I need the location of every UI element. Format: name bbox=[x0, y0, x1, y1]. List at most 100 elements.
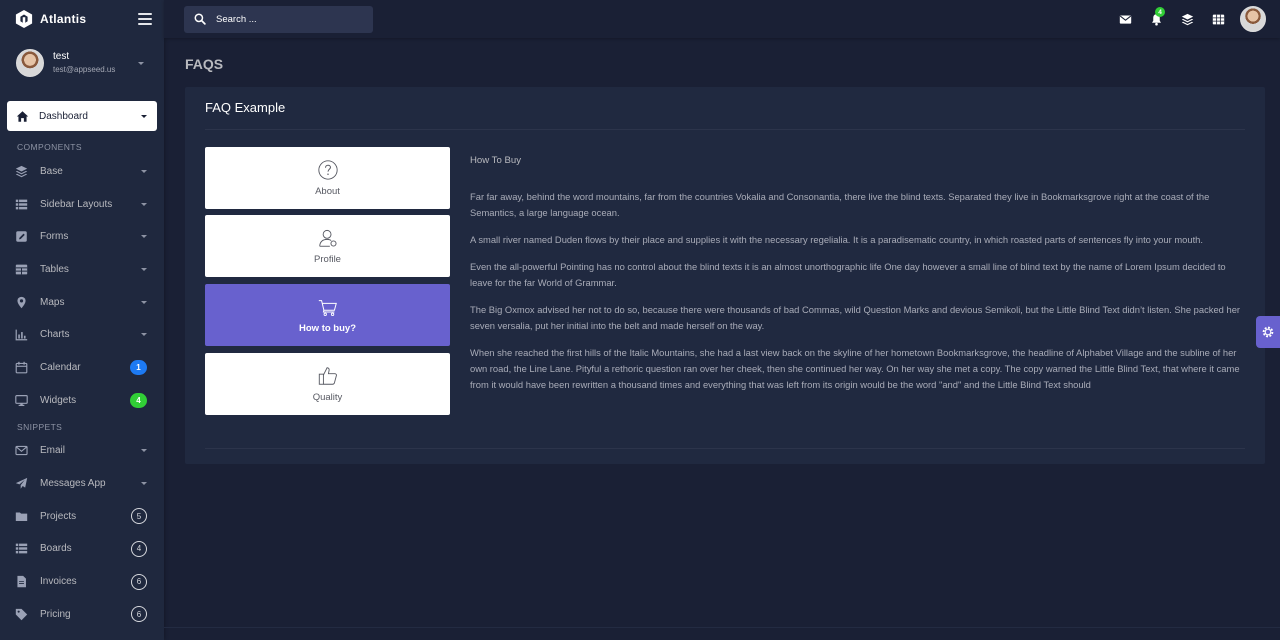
chevron-down-icon bbox=[141, 202, 147, 206]
faq-paragraph: Far far away, behind the word mountains,… bbox=[470, 191, 1210, 218]
sidebar-item-label: Sidebar Layouts bbox=[40, 198, 113, 210]
count-badge: 6 bbox=[131, 573, 147, 590]
home-icon bbox=[15, 109, 29, 123]
sidebar-item-maps[interactable]: Maps bbox=[0, 286, 164, 319]
menu-toggle-icon[interactable] bbox=[138, 13, 152, 25]
messages-button[interactable] bbox=[1110, 4, 1141, 34]
divider bbox=[205, 448, 1245, 449]
faq-paragraph: A small river named Duden flows by their… bbox=[470, 234, 1203, 245]
file-icon bbox=[14, 575, 28, 589]
pen-square-icon bbox=[14, 230, 28, 244]
sidebar-item-email[interactable]: Email bbox=[0, 435, 164, 468]
sidebar-item-label: Dashboard bbox=[39, 110, 88, 122]
chevron-down-icon bbox=[141, 169, 147, 173]
count-badge: 4 bbox=[131, 540, 147, 557]
table-icon bbox=[14, 262, 28, 276]
sidebar-item-label: Maps bbox=[40, 296, 65, 308]
faq-card: FAQ Example About Profile How to buy? Qu… bbox=[185, 87, 1265, 464]
chevron-down-icon bbox=[141, 482, 147, 486]
count-badge: 4 bbox=[130, 392, 147, 408]
logo-bar: Atlantis bbox=[0, 0, 164, 38]
notification-count-badge: 4 bbox=[1155, 7, 1165, 17]
apps-button[interactable] bbox=[1203, 4, 1234, 34]
sidebar-item-label: Charts bbox=[40, 329, 70, 341]
tab-label: How to buy? bbox=[299, 323, 356, 334]
map-marker-icon bbox=[14, 295, 28, 309]
section-title-snippets: SNIPPETS bbox=[17, 421, 63, 432]
chevron-down-icon bbox=[141, 267, 147, 271]
chevron-down-icon bbox=[141, 300, 147, 304]
sidebar-item-forms[interactable]: Forms bbox=[0, 220, 164, 253]
sidebar-item-label: Boards bbox=[40, 543, 72, 555]
shopping-cart-icon bbox=[317, 296, 339, 318]
chevron-down-icon bbox=[141, 333, 147, 337]
sidebar-item-sidebar-layouts[interactable]: Sidebar Layouts bbox=[0, 188, 164, 221]
sidebar-item-label: Email bbox=[40, 445, 66, 457]
tab-about[interactable]: About bbox=[205, 147, 450, 209]
footer-divider bbox=[164, 627, 1280, 628]
chevron-down-icon bbox=[141, 235, 147, 239]
tab-how-to-buy[interactable]: How to buy? bbox=[205, 284, 450, 346]
count-badge: 6 bbox=[131, 606, 147, 623]
sidebar-item-label: Pricing bbox=[40, 608, 71, 620]
notifications-button[interactable]: 4 bbox=[1141, 4, 1172, 34]
sidebar-item-pricing[interactable]: Pricing 6 bbox=[0, 598, 164, 631]
profile-avatar[interactable] bbox=[1240, 6, 1266, 32]
tab-label: Profile bbox=[314, 254, 341, 265]
sidebar-item-label: Widgets bbox=[40, 394, 77, 406]
settings-gear-button[interactable] bbox=[1256, 316, 1280, 348]
sidebar-item-label: Messages App bbox=[40, 478, 106, 490]
layers-icon bbox=[1181, 13, 1194, 26]
chevron-down-icon bbox=[141, 449, 147, 453]
sidebar-item-charts[interactable]: Charts bbox=[0, 318, 164, 351]
sidebar-item-base[interactable]: Base bbox=[0, 155, 164, 188]
user-panel[interactable]: test test@appseed.us bbox=[0, 38, 164, 88]
card-title: FAQ Example bbox=[205, 100, 286, 115]
chart-bar-icon bbox=[14, 328, 28, 342]
envelope-icon bbox=[1119, 13, 1132, 26]
faq-heading: How To Buy bbox=[470, 155, 522, 166]
sidebar-item-label: Calendar bbox=[40, 361, 81, 373]
folder-icon bbox=[14, 509, 28, 523]
sidebar-item-calendar[interactable]: Calendar 1 bbox=[0, 351, 164, 384]
user-icon bbox=[317, 227, 339, 249]
chevron-down-icon bbox=[138, 62, 144, 65]
list-icon bbox=[14, 197, 28, 211]
search-box[interactable] bbox=[184, 5, 373, 33]
sidebar-item-label: Tables bbox=[40, 263, 69, 275]
count-badge: 5 bbox=[131, 508, 147, 525]
tab-label: About bbox=[315, 186, 340, 197]
tab-quality[interactable]: Quality bbox=[205, 353, 450, 415]
sidebar-item-boards[interactable]: Boards 4 bbox=[0, 533, 164, 566]
user-name: test bbox=[53, 51, 70, 63]
faq-content: How To Buy Far far away, behind the word… bbox=[470, 153, 1247, 404]
search-input[interactable] bbox=[216, 13, 356, 25]
sidebar-item-dashboard[interactable]: Dashboard bbox=[7, 101, 157, 131]
page-title: FAQS bbox=[185, 56, 224, 72]
faq-paragraph: Even the all-powerful Pointing has no co… bbox=[470, 261, 1226, 288]
divider bbox=[205, 129, 1245, 130]
sidebar-item-label: Base bbox=[40, 165, 63, 177]
app-name[interactable]: Atlantis bbox=[40, 12, 86, 26]
avatar bbox=[16, 49, 44, 77]
sidebar-item-tables[interactable]: Tables bbox=[0, 253, 164, 286]
gear-icon bbox=[1261, 325, 1275, 339]
topbar: 4 bbox=[164, 0, 1280, 38]
sidebar-item-widgets[interactable]: Widgets 4 bbox=[0, 384, 164, 417]
tab-profile[interactable]: Profile bbox=[205, 215, 450, 277]
sidebar-item-invoices[interactable]: Invoices 6 bbox=[0, 565, 164, 598]
list-icon bbox=[14, 542, 28, 556]
grid-icon bbox=[1212, 13, 1225, 26]
faq-paragraph: When she reached the first hills of the … bbox=[470, 347, 1240, 390]
envelope-icon bbox=[14, 444, 28, 458]
search-icon[interactable] bbox=[194, 13, 206, 25]
section-title-components: COMPONENTS bbox=[17, 142, 82, 152]
paper-plane-icon bbox=[14, 477, 28, 491]
tab-label: Quality bbox=[312, 392, 343, 403]
quick-actions-button[interactable] bbox=[1172, 4, 1203, 34]
atlantis-logo-icon[interactable] bbox=[14, 8, 34, 30]
thumbs-up-icon bbox=[317, 365, 339, 387]
chevron-down-icon bbox=[141, 114, 147, 118]
sidebar-item-projects[interactable]: Projects 5 bbox=[0, 500, 164, 533]
sidebar-item-messages-app[interactable]: Messages App bbox=[0, 467, 164, 500]
